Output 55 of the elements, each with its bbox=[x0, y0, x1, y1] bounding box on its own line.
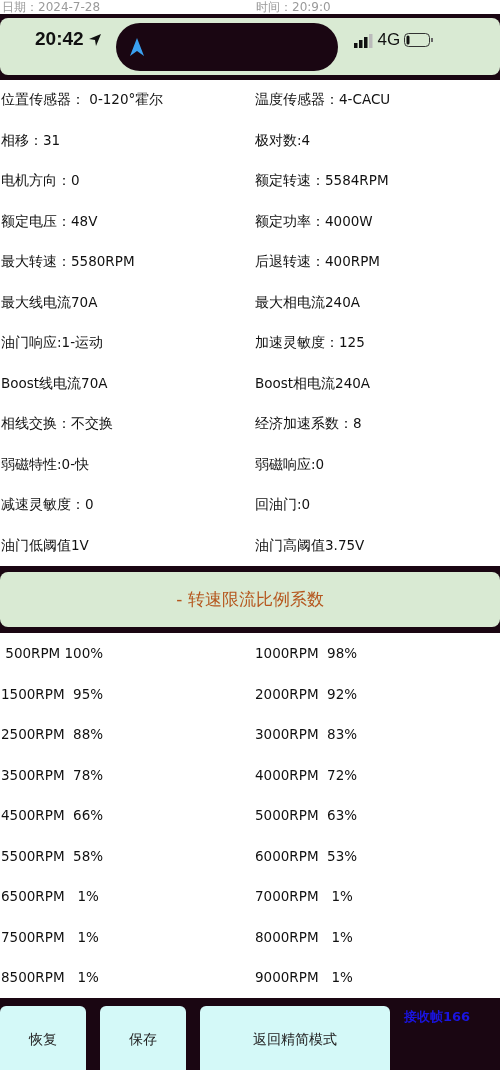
ratio-text: 7500RPM 1% bbox=[0, 927, 100, 947]
signal-icon bbox=[353, 34, 374, 48]
parameter-text: 回油门:0 bbox=[254, 495, 312, 515]
parameter-text: 最大线电流70A bbox=[0, 292, 99, 312]
action-button[interactable]: 返回精简模式 bbox=[200, 1005, 390, 1070]
time-text: 时间：20:9:0 bbox=[255, 0, 332, 14]
action-button[interactable]: 保存 bbox=[100, 1005, 186, 1070]
frame-counter: 接收帧166 bbox=[404, 1007, 471, 1026]
parameter-text: Boost线电流70A bbox=[0, 373, 109, 393]
ratio-text: 3000RPM 83% bbox=[254, 725, 359, 745]
parameter-text: 最大转速：5580RPM bbox=[0, 252, 136, 272]
ratio-text: 1000RPM 98% bbox=[254, 644, 359, 664]
ratio-text: 3500RPM 78% bbox=[0, 765, 105, 785]
parameter-text: 加速灵敏度：125 bbox=[254, 333, 366, 353]
parameter-text: 油门高阈值3.75V bbox=[254, 535, 366, 555]
parameter-text: 额定转速：5584RPM bbox=[254, 171, 390, 191]
ratio-text: 4500RPM 66% bbox=[0, 806, 105, 826]
parameter-text: 弱磁响应:0 bbox=[254, 454, 326, 474]
ratio-text: 5000RPM 63% bbox=[254, 806, 359, 826]
parameter-text: 弱磁特性:0-快 bbox=[0, 454, 90, 474]
ratio-text: 8000RPM 1% bbox=[254, 927, 354, 947]
parameter-text: 减速灵敏度：0 bbox=[0, 495, 95, 515]
parameter-text: 额定电压：48V bbox=[0, 211, 99, 231]
date-text: 日期：2024-7-28 bbox=[1, 0, 102, 14]
parameter-text: 油门响应:1-运动 bbox=[0, 333, 104, 353]
parameter-text: 相移：31 bbox=[0, 130, 62, 150]
ratio-text: 500RPM 100% bbox=[4, 644, 105, 664]
ratio-text: 1500RPM 95% bbox=[0, 684, 105, 704]
ratio-text: 4000RPM 72% bbox=[254, 765, 359, 785]
parameter-text: 位置传感器： 0-120°霍尔 bbox=[0, 90, 165, 110]
parameter-text: Boost相电流240A bbox=[254, 373, 372, 393]
parameter-text: 最大相电流240A bbox=[254, 292, 361, 312]
ratio-text: 9000RPM 1% bbox=[254, 968, 354, 988]
ratio-text: 6500RPM 1% bbox=[0, 887, 100, 907]
parameter-text: 油门低阈值1V bbox=[0, 535, 90, 555]
parameter-text: 极对数:4 bbox=[254, 130, 312, 150]
parameter-text: 额定功率：4000W bbox=[254, 211, 374, 231]
clock: 20:42 bbox=[35, 28, 84, 50]
network-label: 4G bbox=[377, 30, 401, 50]
parameter-text: 电机方向：0 bbox=[0, 171, 81, 191]
navigation-icon bbox=[129, 38, 144, 56]
parameter-text: 温度传感器：4-CACU bbox=[254, 90, 392, 110]
ratio-text: 5500RPM 58% bbox=[0, 846, 105, 866]
location-icon bbox=[87, 33, 102, 47]
action-button[interactable]: 恢复 bbox=[0, 1005, 86, 1070]
parameter-text: 后退转速：400RPM bbox=[254, 252, 381, 272]
ratio-text: 8500RPM 1% bbox=[0, 968, 100, 988]
ratio-text: 7000RPM 1% bbox=[254, 887, 354, 907]
parameter-text: 相线交换：不交换 bbox=[0, 414, 114, 434]
section-toggle[interactable]: - 转速限流比例系数 bbox=[0, 572, 500, 627]
ratio-text: 2000RPM 92% bbox=[254, 684, 359, 704]
parameter-text: 经济加速系数：8 bbox=[254, 414, 363, 434]
battery-icon bbox=[404, 33, 435, 47]
ratio-text: 2500RPM 88% bbox=[0, 725, 105, 745]
ratio-text: 6000RPM 53% bbox=[254, 846, 359, 866]
